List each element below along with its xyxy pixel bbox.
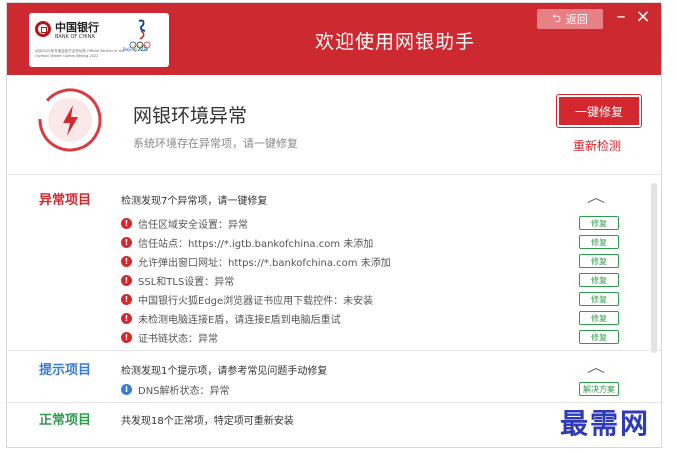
item-text: 信任区域安全设置：异常 (138, 219, 248, 231)
repair-button[interactable]: 修复 (579, 254, 619, 268)
title-bar: 中国银行 BANK OF CHINA Beijing 2022 北京2022年冬… (7, 3, 661, 75)
error-icon: ! (121, 255, 132, 267)
recheck-link[interactable]: 重新检测 (573, 137, 621, 154)
list-item: ! 中国银行火狐Edge浏览器证书应用下载控件：未安装 (121, 291, 373, 307)
scrollbar[interactable] (651, 183, 657, 353)
abnormal-summary: 检测发现7个异常项，请一键修复 (121, 196, 268, 207)
repair-button[interactable]: 修复 (579, 235, 619, 249)
item-text: 信任站点：https://*.igtb.bankofchina.com 未添加 (138, 238, 374, 250)
error-icon: ! (121, 274, 132, 286)
item-text: 允许弹出窗口网址：https://*.bankofchina.com 未添加 (138, 257, 391, 269)
list-item: ! 信任区域安全设置：异常 (121, 215, 248, 231)
repair-button[interactable]: 修复 (579, 292, 619, 306)
assistant-window: 中国银行 BANK OF CHINA Beijing 2022 北京2022年冬… (6, 2, 662, 448)
return-arrow-icon: ⮌ (552, 11, 561, 25)
minimize-button[interactable]: – (614, 7, 628, 27)
solution-button[interactable]: 解决方案 (579, 382, 619, 396)
item-text: 中国银行火狐Edge浏览器证书应用下载控件：未安装 (138, 295, 374, 307)
normal-summary: 共发现18个正常项，特定项可重新安装 (121, 416, 294, 427)
hint-section: 提示项目 检测发现1个提示项，请参考常见问题手动修复 ︿ i DNS解析状态：异… (7, 351, 661, 403)
normal-label: 正常项目 (39, 413, 92, 428)
back-label: 返回 (565, 13, 588, 26)
list-item: i DNS解析状态：异常 (121, 381, 230, 397)
item-text: 证书链状态：异常 (138, 333, 218, 345)
repair-button[interactable]: 修复 (579, 273, 619, 287)
close-button[interactable]: × (635, 7, 651, 27)
list-item: ! 允许弹出窗口网址：https://*.bankofchina.com 未添加 (121, 253, 391, 269)
list-item: ! 证书链状态：异常 (121, 329, 218, 345)
error-icon: ! (121, 312, 132, 324)
status-panel: 网银环境异常 系统环境存在异常项，请一键修复 一键修复 重新检测 (7, 75, 661, 175)
item-text: SSL和TLS设置：异常 (138, 276, 235, 288)
repair-button[interactable]: 修复 (579, 311, 619, 325)
watermark: 最需网 (560, 407, 651, 440)
error-icon: ! (121, 293, 132, 305)
list-item: ! SSL和TLS设置：异常 (121, 272, 234, 288)
repair-button[interactable]: 修复 (579, 216, 619, 230)
one-click-fix-button[interactable]: 一键修复 (556, 94, 642, 128)
status-subtitle: 系统环境存在异常项，请一键修复 (133, 137, 298, 150)
error-icon: ! (121, 217, 132, 229)
lightning-warning-icon (38, 88, 102, 152)
status-title: 网银环境异常 (133, 105, 248, 127)
abnormal-label: 异常项目 (39, 193, 92, 208)
error-icon: ! (121, 331, 132, 343)
collapse-abnormal-icon[interactable]: ︿ (587, 187, 605, 207)
repair-button[interactable]: 修复 (579, 330, 619, 344)
collapse-hint-icon[interactable]: ︿ (587, 357, 605, 377)
window-title: 欢迎使用网银助手 (314, 31, 475, 53)
item-text: 未检测电脑连接E盾，请连接E盾到电脑后重试 (138, 314, 341, 326)
info-icon: i (121, 383, 132, 395)
item-text: DNS解析状态：异常 (138, 385, 230, 397)
back-button[interactable]: ⮌ 返回 (537, 9, 603, 29)
error-icon: ! (121, 236, 132, 248)
list-item: ! 信任站点：https://*.igtb.bankofchina.com 未添… (121, 234, 373, 250)
hint-label: 提示项目 (39, 363, 92, 378)
abnormal-section: 异常项目 检测发现7个异常项，请一键修复 ︿ ! 信任区域安全设置：异常 修复 … (7, 175, 661, 351)
list-item: ! 未检测电脑连接E盾，请连接E盾到电脑后重试 (121, 310, 341, 326)
hint-summary: 检测发现1个提示项，请参考常见问题手动修复 (121, 366, 328, 377)
